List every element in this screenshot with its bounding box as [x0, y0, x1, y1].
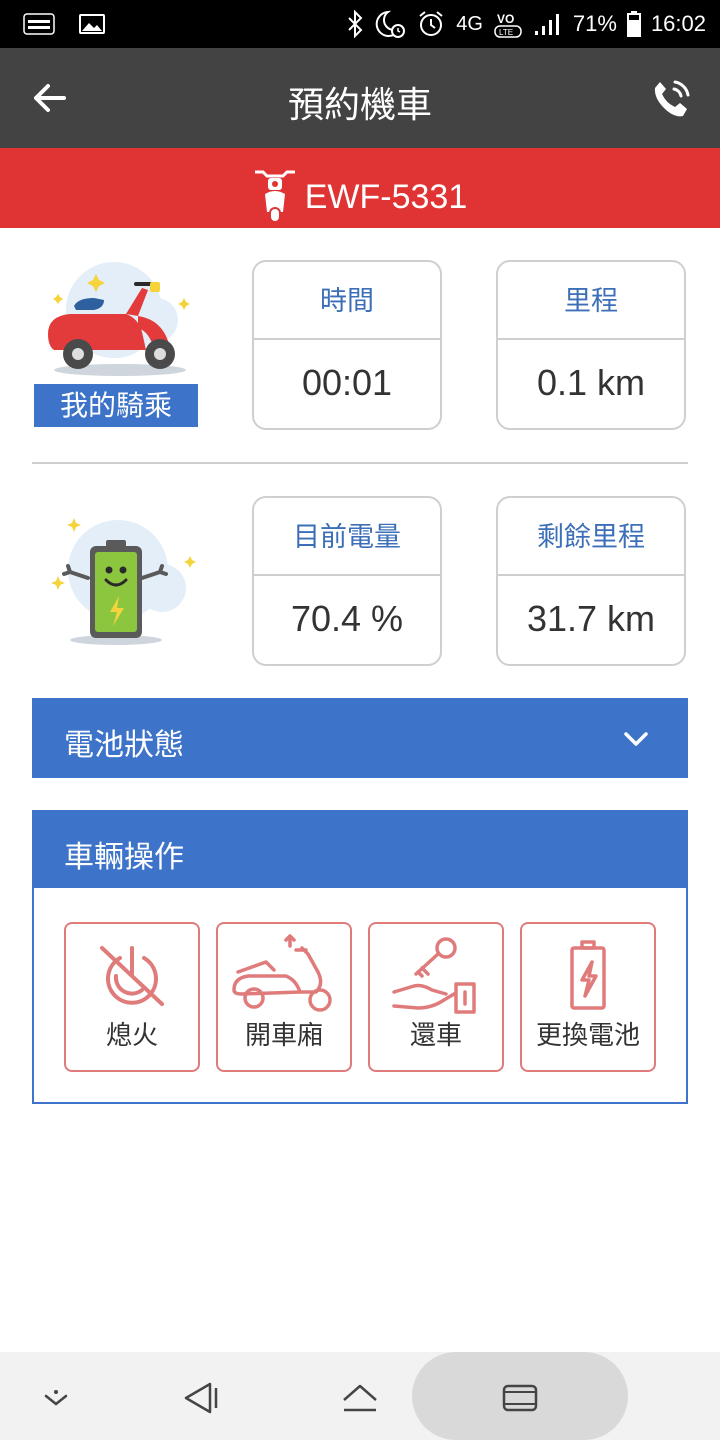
return-vehicle-label: 還車 — [409, 1021, 462, 1051]
ignition-off-button[interactable]: 熄火 — [64, 922, 200, 1072]
ride-time-value: 00:01 — [301, 362, 393, 403]
ignition-off-label: 熄火 — [105, 1021, 158, 1051]
ride-time-label: 時間 — [254, 262, 440, 340]
home-nav-icon[interactable] — [340, 1378, 380, 1418]
plate-number: EWF-5331 — [304, 178, 468, 216]
ride-mileage-card: 里程 0.1 km — [496, 260, 686, 430]
my-ride-label: 我的騎乘 — [34, 384, 198, 427]
remaining-range-card: 剩餘里程 31.7 km — [496, 496, 686, 666]
clock: 16:02 — [650, 11, 706, 36]
status-bar: 4G VO LTE 71% 16:02 — [0, 0, 720, 48]
open-trunk-button[interactable]: 開車廂 — [216, 922, 352, 1072]
remaining-range-label: 剩餘里程 — [498, 498, 684, 576]
current-charge-label: 目前電量 — [254, 498, 440, 576]
app-logo-icon — [22, 10, 56, 38]
back-nav-icon[interactable] — [180, 1378, 220, 1418]
recents-nav-icon[interactable] — [500, 1378, 540, 1418]
scooter-front-icon — [253, 162, 297, 233]
system-nav-bar — [0, 1352, 720, 1440]
signal-icon — [533, 11, 563, 37]
battery-status-title: 電池狀態 — [64, 728, 184, 763]
volte-icon: VO LTE — [493, 9, 523, 39]
phone-call-icon[interactable] — [648, 76, 694, 122]
current-charge-card: 目前電量 70.4 % — [252, 496, 442, 666]
plate-bar: EWF-5331 — [0, 148, 720, 228]
bluetooth-icon — [346, 10, 364, 38]
svg-text:VO: VO — [497, 12, 514, 26]
network-type: 4G — [456, 12, 483, 35]
battery-swap-label: 更換電池 — [535, 1021, 640, 1051]
alarm-icon — [416, 9, 446, 39]
current-charge-value: 70.4 % — [290, 598, 404, 639]
ride-time-card: 時間 00:01 — [252, 260, 442, 430]
return-vehicle-button[interactable]: 還車 — [368, 922, 504, 1072]
battery-status-header[interactable]: 電池狀態 — [32, 698, 688, 778]
vehicle-ops-panel: 熄火 開車廂 還車 更換電池 — [32, 888, 688, 1104]
ride-mileage-value: 0.1 km — [536, 362, 646, 403]
vehicle-ops-header: 車輛操作 — [32, 810, 688, 890]
svg-text:LTE: LTE — [499, 28, 513, 37]
vehicle-ops-title: 車輛操作 — [64, 840, 184, 875]
chevron-down-icon[interactable] — [622, 725, 650, 753]
battery-swap-button[interactable]: 更換電池 — [520, 922, 656, 1072]
battery-character-illustration — [38, 512, 202, 652]
battery-icon — [626, 10, 641, 38]
open-trunk-label: 開車廂 — [244, 1021, 323, 1051]
do-not-disturb-icon — [374, 9, 406, 39]
remaining-range-value: 31.7 km — [526, 598, 656, 639]
battery-percent: 71% — [572, 11, 617, 36]
divider — [32, 462, 688, 464]
ride-mileage-label: 里程 — [498, 262, 684, 340]
app-bar: 預約機車 — [0, 48, 720, 148]
image-icon — [78, 12, 106, 36]
page-title: 預約機車 — [287, 85, 432, 126]
hide-keyboard-icon[interactable] — [36, 1378, 76, 1418]
